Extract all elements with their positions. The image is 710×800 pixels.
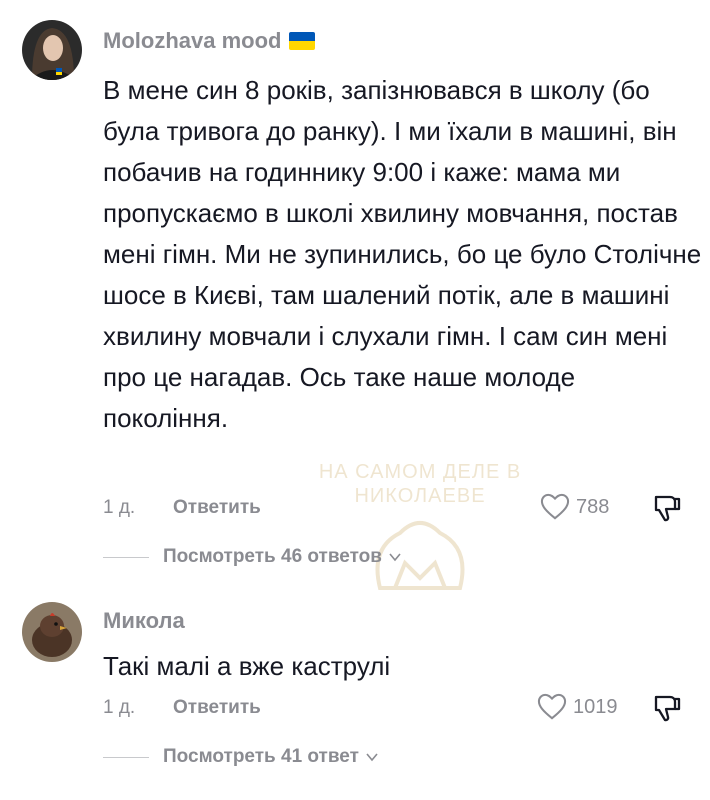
view-replies-label: Посмотреть 41 ответ [163, 746, 359, 767]
username-text: Molozhava mood [103, 28, 282, 53]
avatar[interactable] [22, 20, 82, 80]
avatar[interactable] [22, 602, 82, 662]
thumbs-down-icon [654, 495, 681, 522]
view-replies-label: Посмотреть 46 ответов [163, 546, 382, 567]
watermark: НА САМОМ ДЕЛЕ В НИКОЛАЕВЕ [300, 460, 540, 620]
username-text: Микола [103, 608, 185, 633]
reply-button[interactable]: Ответить [173, 697, 261, 719]
comment-time: 1 д. [103, 697, 136, 718]
thumbs-down-icon [654, 695, 681, 722]
dislike-button[interactable] [652, 493, 682, 523]
divider [103, 756, 149, 758]
view-replies-button[interactable]: Посмотреть 41 ответ [103, 746, 379, 768]
comment-text: Такі малі а вже каструлі [103, 651, 391, 681]
comment-meta: 1 д. Ответить [103, 693, 710, 723]
comment-text: В мене син 8 років, запізнювався в школу… [103, 75, 702, 433]
chevron-down-icon [389, 553, 401, 562]
comment-username[interactable]: Микола [103, 608, 185, 634]
like-button[interactable]: 788 [540, 493, 609, 521]
heart-outline-icon [537, 693, 567, 720]
watermark-line-1: НА САМОМ ДЕЛЕ В [318, 461, 522, 483]
dislike-button[interactable] [652, 693, 682, 723]
comment-username[interactable]: Molozhava mood [103, 28, 316, 54]
heart-outline-icon [540, 493, 570, 520]
like-count: 788 [576, 495, 610, 518]
divider [103, 556, 149, 558]
chevron-down-icon [366, 753, 378, 762]
comment-meta: 1 д. Ответить [103, 493, 710, 523]
view-replies-button[interactable]: Посмотреть 46 ответов [103, 546, 402, 568]
reply-button[interactable]: Ответить [173, 497, 261, 519]
like-button[interactable]: 1019 [537, 693, 618, 721]
like-count: 1019 [573, 695, 618, 718]
comment-time: 1 д. [103, 497, 136, 518]
ukraine-flag-icon [289, 32, 316, 50]
